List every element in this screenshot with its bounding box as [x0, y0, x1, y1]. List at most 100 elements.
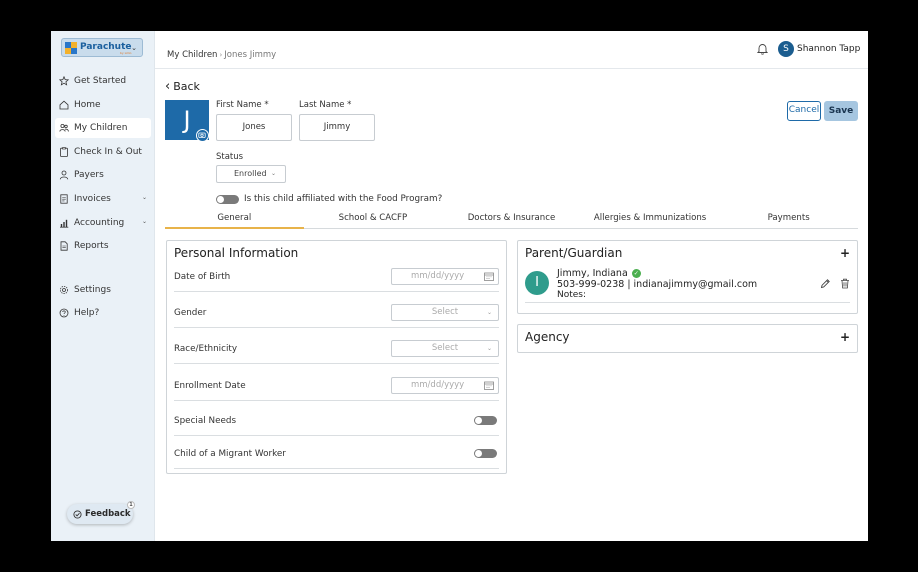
edit-pencil-icon[interactable] — [820, 278, 831, 289]
cancel-button[interactable]: Cancel — [787, 101, 821, 121]
back-label: Back — [173, 80, 200, 93]
gender-label: Gender — [174, 308, 207, 318]
verified-check-icon: ✓ — [631, 269, 641, 278]
chevron-left-icon: ‹ — [165, 79, 171, 94]
user-name[interactable]: Shannon Tapp — [797, 44, 860, 54]
sidebar-item-help[interactable]: Help? — [55, 303, 151, 323]
gear-icon — [60, 285, 68, 294]
tab-allergies-immunizations[interactable]: Allergies & Immunizations — [581, 211, 720, 228]
user-avatar[interactable]: S — [778, 41, 794, 57]
chevron-down-icon: ⌄ — [486, 309, 492, 316]
enrollment-date-input[interactable]: mm/dd/yyyy — [391, 377, 499, 394]
home-icon — [59, 100, 69, 109]
chevron-down-icon: ⌄ — [131, 44, 137, 52]
clipboard-icon — [60, 147, 68, 157]
add-agency-button[interactable]: + — [840, 330, 850, 344]
food-program-label: Is this child affiliated with the Food P… — [244, 194, 443, 204]
sidebar-item-label: Reports — [74, 241, 109, 252]
top-bar: My Children › Jones Jimmy S Shannon Tapp — [155, 31, 868, 69]
main-content: ‹ Back J First Name * Jones Last Name * … — [155, 70, 868, 541]
enrollment-placeholder: mm/dd/yyyy — [411, 380, 465, 390]
org-switcher[interactable]: Parachute by Lillio ⌄ — [61, 38, 143, 57]
last-name-label: Last Name * — [299, 100, 352, 110]
logo-subtext: by Lillio — [120, 51, 132, 55]
guardian-name[interactable]: Jimmy, Indiana — [557, 268, 628, 279]
tab-bar: General School & CACFP Doctors & Insuran… — [165, 211, 858, 229]
chevron-down-icon: ⌄ — [486, 345, 492, 352]
bell-icon[interactable] — [757, 43, 768, 55]
sidebar-item-my-children[interactable]: My Children — [55, 118, 151, 139]
feedback-check-icon — [73, 509, 82, 519]
breadcrumb-root[interactable]: My Children — [167, 50, 217, 60]
gender-placeholder: Select — [431, 307, 459, 317]
race-placeholder: Select — [431, 343, 459, 353]
guardian-divider — [525, 302, 850, 303]
guardian-avatar: I — [525, 271, 549, 295]
chevron-down-icon: ⌄ — [141, 193, 147, 201]
dob-placeholder: mm/dd/yyyy — [411, 271, 465, 281]
migrant-toggle[interactable] — [474, 449, 497, 458]
feedback-label: Feedback — [85, 509, 131, 519]
dob-row: Date of Birth mm/dd/yyyy — [174, 268, 499, 292]
feedback-button[interactable]: Feedback 1 — [67, 501, 135, 524]
calendar-icon[interactable] — [484, 381, 494, 390]
save-button[interactable]: Save — [824, 101, 858, 121]
status-select[interactable]: Enrolled ⌄ — [216, 165, 286, 183]
status-label: Status — [216, 152, 244, 162]
agency-title: Agency — [525, 330, 570, 344]
sidebar-item-label: Help? — [74, 308, 100, 319]
app-window: Parachute by Lillio ⌄ Get Started Home M… — [51, 31, 868, 541]
migrant-label: Child of a Migrant Worker — [174, 449, 286, 459]
tab-general[interactable]: General — [165, 211, 304, 229]
gender-row: Gender Select ⌄ — [174, 304, 499, 328]
back-button[interactable]: ‹ Back — [165, 80, 200, 93]
sidebar-item-check-in-out[interactable]: Check In & Out — [55, 142, 151, 162]
food-program-toggle[interactable] — [216, 195, 239, 204]
personal-info-title: Personal Information — [174, 246, 299, 260]
tab-payments[interactable]: Payments — [719, 211, 858, 228]
calendar-icon[interactable] — [484, 272, 494, 281]
sidebar-item-invoices[interactable]: Invoices ⌄ — [55, 189, 151, 209]
chevron-down-icon: ⌄ — [141, 217, 147, 225]
feedback-badge: 1 — [127, 501, 135, 509]
sidebar-item-label: My Children — [74, 123, 128, 134]
sidebar: Parachute by Lillio ⌄ Get Started Home M… — [51, 31, 155, 541]
race-select[interactable]: Select ⌄ — [391, 340, 499, 357]
tab-doctors-insurance[interactable]: Doctors & Insurance — [442, 211, 581, 228]
add-guardian-button[interactable]: + — [840, 246, 850, 260]
sidebar-item-settings[interactable]: Settings — [55, 280, 151, 300]
chart-icon — [60, 219, 69, 228]
guardian-contact: 503-999-0238 | indianajimmy@gmail.com — [557, 279, 758, 290]
first-name-label: First Name * — [216, 100, 269, 110]
first-name-field[interactable]: Jones — [216, 114, 292, 141]
tab-school-cacfp[interactable]: School & CACFP — [304, 211, 443, 228]
sidebar-item-label: Check In & Out — [74, 146, 142, 157]
special-needs-toggle[interactable] — [474, 416, 497, 425]
children-icon — [59, 124, 69, 132]
dob-input[interactable]: mm/dd/yyyy — [391, 268, 499, 285]
sidebar-item-label: Invoices — [74, 193, 111, 204]
special-needs-label: Special Needs — [174, 416, 237, 426]
sidebar-item-payers[interactable]: Payers — [55, 165, 151, 185]
sidebar-item-accounting[interactable]: Accounting ⌄ — [55, 213, 151, 233]
enrollment-label: Enrollment Date — [174, 381, 246, 391]
dob-label: Date of Birth — [174, 272, 231, 282]
breadcrumb-current: Jones Jimmy — [224, 50, 277, 60]
sidebar-item-label: Home — [74, 99, 101, 110]
chevron-down-icon: ⌄ — [270, 170, 276, 177]
guardian-card: Parent/Guardian + I Jimmy, Indiana ✓ 503-… — [517, 240, 858, 314]
sidebar-item-reports[interactable]: Reports — [55, 236, 151, 256]
camera-icon[interactable] — [196, 129, 209, 142]
enrollment-row: Enrollment Date mm/dd/yyyy — [174, 377, 499, 401]
gender-select[interactable]: Select ⌄ — [391, 304, 499, 321]
sidebar-nav: Get Started Home My Children Check In & … — [51, 71, 155, 327]
trash-icon[interactable] — [840, 278, 850, 289]
sidebar-item-get-started[interactable]: Get Started — [55, 71, 151, 91]
user-icon — [59, 170, 69, 180]
sidebar-item-label: Payers — [74, 170, 104, 181]
guardian-title: Parent/Guardian — [525, 246, 623, 260]
sidebar-item-home[interactable]: Home — [55, 95, 151, 115]
last-name-field[interactable]: Jimmy — [299, 114, 375, 141]
guardian-notes: Notes: — [557, 290, 587, 300]
